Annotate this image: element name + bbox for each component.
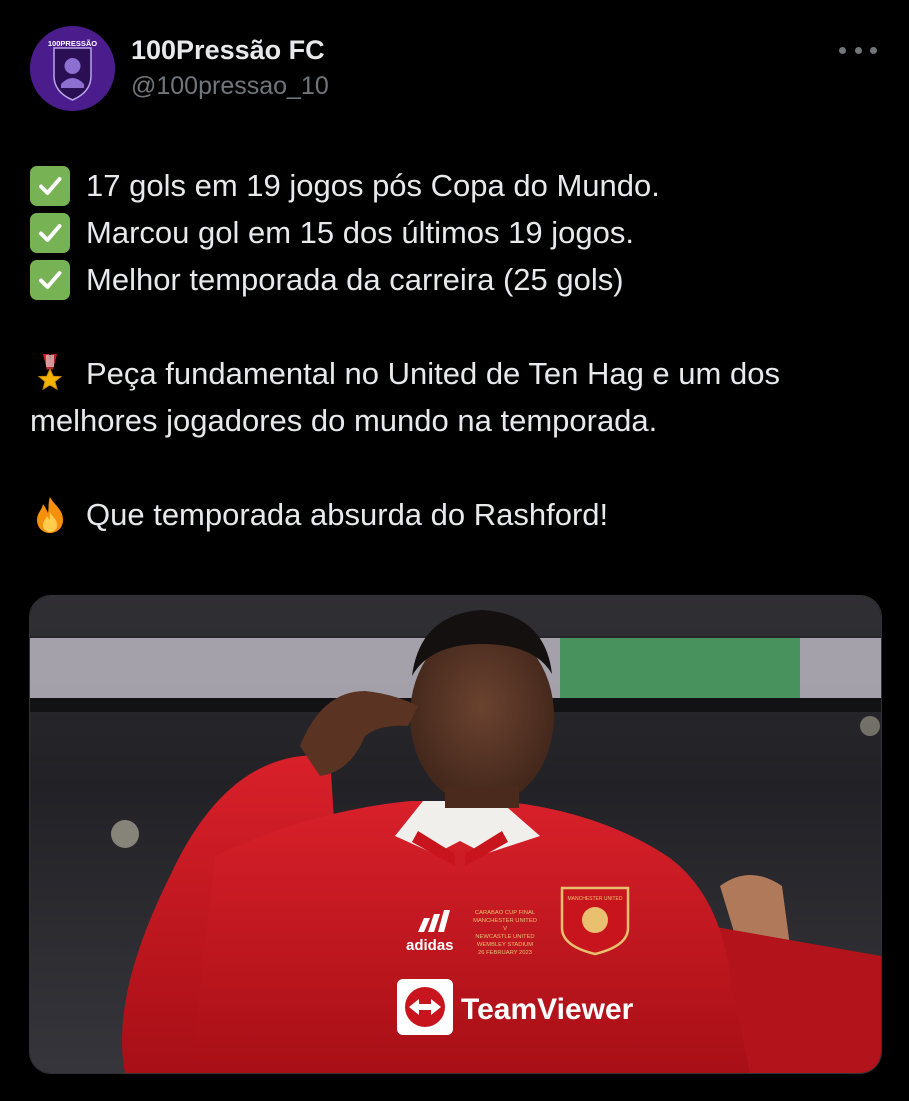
- adidas-text: adidas: [406, 937, 454, 954]
- more-dot: [854, 46, 862, 54]
- embroidery-line: V: [503, 926, 507, 932]
- author-info: 100Pressão FC @100pressao_10: [131, 34, 329, 102]
- tweet-media-image[interactable]: adidas CARABAO CUP FINAL MANCHESTER UNIT…: [29, 595, 882, 1074]
- embroidery-line: 26 FEBRUARY 2023: [478, 950, 532, 956]
- fire-paragraph: Que temporada absurda do Rashford!: [30, 491, 890, 538]
- embroidery-line: WEMBLEY STADIUM: [477, 942, 533, 948]
- military-medal-icon: [37, 354, 63, 391]
- author-display-name[interactable]: 100Pressão FC: [131, 34, 329, 66]
- tweet-text: 17 gols em 19 jogos pós Copa do Mundo. M…: [30, 162, 890, 538]
- crest-text: MANCHESTER UNITED: [567, 896, 622, 902]
- embroidery-line: NEWCASTLE UNITED: [475, 934, 534, 940]
- fire-paragraph-text: Que temporada absurda do Rashford!: [86, 497, 609, 532]
- check-mark-icon: [30, 165, 70, 206]
- author-avatar[interactable]: 100PRESSÃO: [30, 26, 115, 111]
- fire-icon: [37, 496, 63, 533]
- checklist-text: Marcou gol em 15 dos últimos 19 jogos.: [86, 215, 634, 250]
- more-dot: [870, 46, 877, 54]
- avatar-text: 100PRESSÃO: [48, 39, 97, 48]
- check-mark-icon: [30, 212, 70, 253]
- checklist-item: Melhor temporada da carreira (25 gols): [30, 256, 890, 303]
- more-horizontal-icon: [839, 46, 846, 54]
- checklist-text: Melhor temporada da carreira (25 gols): [86, 262, 624, 297]
- author-handle[interactable]: @100pressao_10: [131, 70, 329, 102]
- club-crest-icon: MANCHESTER UNITED: [560, 886, 630, 956]
- medal-paragraph: Peça fundamental no United de Ten Hag e …: [30, 350, 890, 444]
- embroidery-line: CARABAO CUP FINAL: [475, 910, 536, 916]
- medal-paragraph-text: Peça fundamental no United de Ten Hag e …: [30, 356, 780, 438]
- checklist-text: 17 gols em 19 jogos pós Copa do Mundo.: [86, 168, 660, 203]
- checklist-item: Marcou gol em 15 dos últimos 19 jogos.: [30, 209, 890, 256]
- more-options-button[interactable]: [839, 40, 877, 60]
- avatar-logo-icon: 100PRESSÃO: [30, 26, 115, 111]
- check-mark-icon: [30, 259, 70, 300]
- sponsor-text: TeamViewer: [461, 993, 634, 1026]
- tweet[interactable]: 100PRESSÃO 100Pressão FC @100pressao_10 …: [0, 0, 909, 1101]
- checklist-item: 17 gols em 19 jogos pós Copa do Mundo.: [30, 162, 890, 209]
- player-photo: adidas CARABAO CUP FINAL MANCHESTER UNIT…: [30, 596, 881, 1073]
- embroidery-line: MANCHESTER UNITED: [473, 918, 537, 924]
